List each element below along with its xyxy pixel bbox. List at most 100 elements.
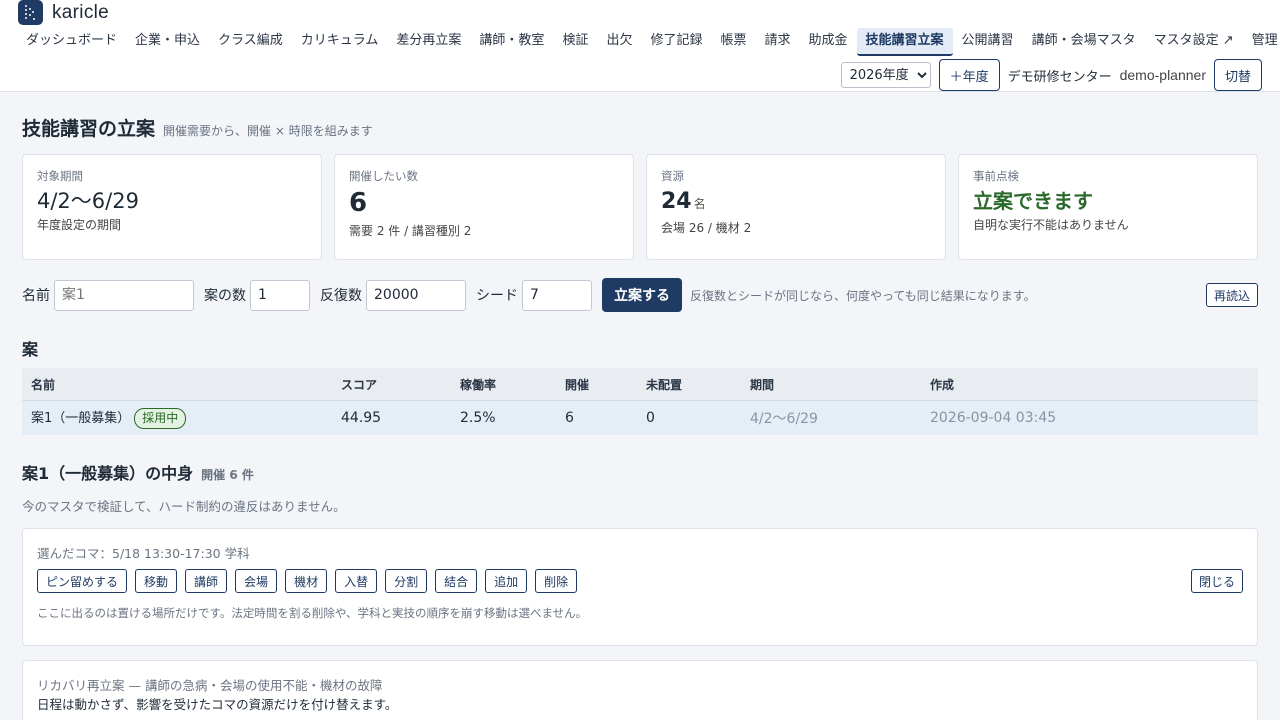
submit-plan-button[interactable]: 立案する xyxy=(602,278,682,312)
resources-value: 24 xyxy=(661,189,692,214)
merge-button[interactable]: 結合 xyxy=(435,569,478,593)
nav-attendance[interactable]: 出欠 xyxy=(597,28,641,56)
resources-note: 会場 26 / 機材 2 xyxy=(661,221,752,235)
nav-companies[interactable]: 企業・申込 xyxy=(126,28,209,56)
plan-form: 名前 案の数 反復数 シード 立案する 反復数とシードが同じなら、何度やっても同… xyxy=(22,278,1258,312)
cell-utilization: 2.5% xyxy=(460,410,496,426)
close-button[interactable]: 閉じる xyxy=(1190,569,1243,593)
selected-slot-label: 選んだコマ：5/18 13:30-17:30 学科 xyxy=(37,546,250,561)
cell-unassigned: 0 xyxy=(646,410,655,426)
recovery-note: 日程は動かさず、影響を受けたコマの資源だけを付け替えます。 xyxy=(37,697,398,712)
col-utilization: 稼働率 xyxy=(460,377,497,392)
pin-button[interactable]: ピン留めする xyxy=(37,569,128,593)
nav-verify[interactable]: 検証 xyxy=(553,28,597,56)
delete-button[interactable]: 削除 xyxy=(535,569,578,593)
nav-master-settings[interactable]: マスタ設定 ↗ xyxy=(1145,28,1243,56)
venue-button[interactable]: 会場 xyxy=(235,569,278,593)
precheck-value: 立案できます xyxy=(973,189,1093,213)
col-unassigned: 未配置 xyxy=(646,377,683,392)
col-sessions: 開催 xyxy=(565,377,590,392)
nav-diff-replan[interactable]: 差分再立案 xyxy=(387,28,470,56)
nav-instructors-rooms[interactable]: 講師・教室 xyxy=(470,28,553,56)
col-created: 作成 xyxy=(930,377,955,392)
page-subtitle: 開催需要から、開催 × 時限を組みます xyxy=(163,124,373,138)
col-period: 期間 xyxy=(750,377,775,392)
nav-curriculum[interactable]: カリキュラム xyxy=(292,28,388,56)
plan-name: 案1（一般募集） xyxy=(31,411,131,427)
count-value: 6 xyxy=(349,188,368,218)
period-label: 対象期間 xyxy=(37,169,83,183)
verify-note: 今のマスタで検証して、ハード制約の違反はありません。 xyxy=(22,499,346,514)
detail-count: 開催 6 件 xyxy=(201,468,254,482)
iterations-label: 反復数 xyxy=(320,288,362,304)
page-heading: 技能講習の立案 開催需要から、開催 × 時限を組みます xyxy=(22,114,373,141)
cell-score: 44.95 xyxy=(341,410,382,426)
summary-cards: 対象期間 4/2〜6/29 年度設定の期間 開催したい数 6 需要 2 件 / … xyxy=(22,154,1258,260)
instructor-button[interactable]: 講師 xyxy=(185,569,228,593)
action-chips: ピン留めする 移動 講師 会場 機材 入替 分割 結合 追加 削除 xyxy=(37,569,578,593)
nav-instructor-venue-master[interactable]: 講師・会場マスタ xyxy=(1023,28,1145,56)
iterations-input[interactable] xyxy=(366,279,466,311)
app-logo[interactable]: karicle xyxy=(18,0,109,25)
nav-subsidy[interactable]: 助成金 xyxy=(800,28,857,56)
nav-public-courses[interactable]: 公開講習 xyxy=(953,28,1023,56)
nav-admin[interactable]: 管理 xyxy=(1243,28,1280,56)
nav-classes[interactable]: クラス編成 xyxy=(209,28,292,56)
period-card: 対象期間 4/2〜6/29 年度設定の期間 xyxy=(22,154,322,260)
period-value: 4/2〜6/29 xyxy=(37,189,139,213)
action-note: ここに出るのは置ける場所だけです。法定時間を割る削除や、学科と実技の順序を崩す移… xyxy=(37,606,588,620)
user-name: demo-planner xyxy=(1119,67,1206,83)
cell-period: 4/2〜6/29 xyxy=(750,411,818,427)
move-button[interactable]: 移動 xyxy=(135,569,178,593)
header-controls: 2026年度 ＋年度 デモ研修センター demo-planner 切替 xyxy=(840,59,1262,91)
name-input[interactable] xyxy=(54,279,194,311)
detail-heading: 案1（一般募集）の中身 開催 6 件 xyxy=(22,460,254,484)
status-badge: 採用中 xyxy=(134,407,187,429)
seed-label: シード xyxy=(476,288,518,304)
recovery-title: リカバリ再立案 — 講師の急病・会場の使用不能・機材の故障 xyxy=(37,678,383,693)
cell-sessions: 6 xyxy=(565,410,574,426)
recovery-panel: リカバリ再立案 — 講師の急病・会場の使用不能・機材の故障 日程は動かさず、影響… xyxy=(22,660,1258,720)
nav-dashboard[interactable]: ダッシュボード xyxy=(17,28,126,56)
swap-button[interactable]: 入替 xyxy=(335,569,378,593)
page-title: 技能講習の立案 xyxy=(22,118,156,140)
col-score: スコア xyxy=(341,377,378,392)
cell-name: 案1（一般募集） 採用中 xyxy=(22,407,332,429)
count-note: 需要 2 件 / 講習種別 2 xyxy=(349,224,472,238)
org-name: デモ研修センター xyxy=(1007,69,1112,85)
seed-input[interactable] xyxy=(522,279,592,311)
nav-skill-planning[interactable]: 技能講習立案 xyxy=(856,28,953,56)
precheck-note: 自明な実行不能はありません xyxy=(973,218,1129,232)
logo-mark-icon xyxy=(18,0,43,25)
add-year-button[interactable]: ＋年度 xyxy=(938,59,1000,91)
nav-reports[interactable]: 帳票 xyxy=(711,28,755,56)
plans-table: 名前 スコア 稼働率 開催 未配置 期間 作成 案1（一般募集） 採用中 44.9… xyxy=(22,368,1258,435)
resources-unit: 名 xyxy=(693,197,706,211)
add-button[interactable]: 追加 xyxy=(485,569,528,593)
plans-section-title: 案 xyxy=(22,340,39,359)
slot-actions-panel: 選んだコマ：5/18 13:30-17:30 学科 ピン留めする 移動 講師 会… xyxy=(22,528,1258,646)
plans-input[interactable] xyxy=(250,279,310,311)
name-label: 名前 xyxy=(22,288,50,304)
equipment-button[interactable]: 機材 xyxy=(285,569,328,593)
detail-title: 案1（一般募集）の中身 xyxy=(22,464,194,483)
split-button[interactable]: 分割 xyxy=(385,569,428,593)
switch-button[interactable]: 切替 xyxy=(1213,59,1262,91)
determinism-hint: 反復数とシードが同じなら、何度やっても同じ結果になります。 xyxy=(690,288,1036,303)
year-select[interactable]: 2026年度 xyxy=(840,62,931,88)
resources-value-line: 24 名 xyxy=(661,188,931,217)
table-row[interactable]: 案1（一般募集） 採用中 44.95 2.5% 6 0 4/2〜6/29 2026… xyxy=(22,400,1258,435)
period-note: 年度設定の期間 xyxy=(37,218,122,232)
nav-billing[interactable]: 請求 xyxy=(756,28,800,56)
col-name: 名前 xyxy=(31,377,56,392)
table-header: 名前 スコア 稼働率 開催 未配置 期間 作成 xyxy=(22,368,1258,400)
reload-button[interactable]: 再読込 xyxy=(1205,283,1258,307)
plans-label: 案の数 xyxy=(204,288,246,304)
nav-completion[interactable]: 修了記録 xyxy=(641,28,711,56)
main-nav: ダッシュボード 企業・申込 クラス編成 カリキュラム 差分再立案 講師・教室 検… xyxy=(17,28,1280,56)
count-label: 開催したい数 xyxy=(349,169,418,183)
app-header: karicle ダッシュボード 企業・申込 クラス編成 カリキュラム 差分再立案… xyxy=(0,0,1280,92)
precheck-card: 事前点検 立案できます 自明な実行不能はありません xyxy=(958,154,1258,260)
cell-created: 2026-09-04 03:45 xyxy=(930,410,1057,426)
app-name: karicle xyxy=(52,1,110,23)
